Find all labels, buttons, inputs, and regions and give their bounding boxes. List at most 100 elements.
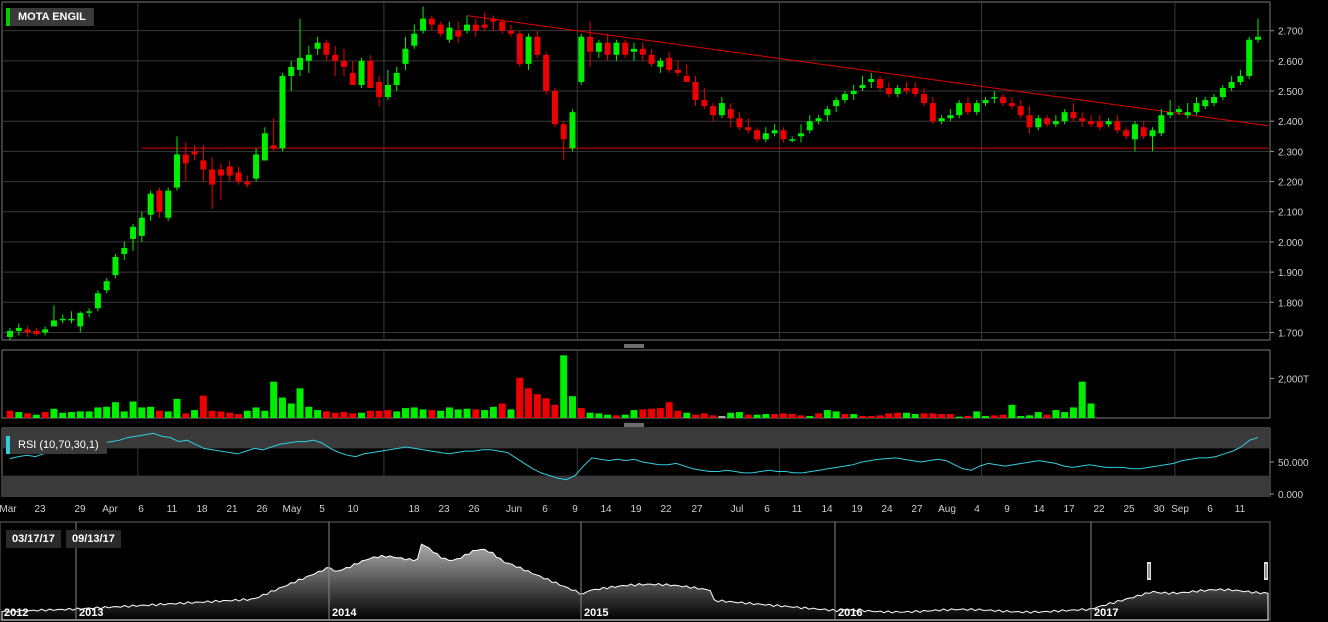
volume-bar: [428, 410, 436, 418]
candle-body: [428, 18, 435, 25]
volume-bar: [419, 409, 427, 418]
range-start-date[interactable]: 03/17/17: [6, 530, 61, 548]
candle: [165, 187, 172, 221]
candle: [613, 39, 620, 61]
candle-body: [182, 154, 189, 164]
candle: [59, 314, 66, 324]
date-axis-label: 25: [1123, 504, 1135, 515]
volume-bar: [823, 410, 831, 418]
volume-bar: [1017, 416, 1025, 418]
candle: [332, 45, 339, 76]
candle: [754, 127, 761, 143]
candle-body: [112, 257, 119, 276]
date-axis-label: Mar: [0, 504, 17, 515]
date-axis-label: Aug: [938, 504, 956, 515]
candle-body: [33, 330, 40, 334]
candle-body: [666, 57, 673, 70]
candle-body: [991, 97, 998, 99]
candle-body: [1035, 118, 1042, 128]
candle-body: [762, 133, 769, 140]
date-axis-label: 11: [167, 504, 178, 515]
candle-body: [692, 81, 699, 101]
date-axis-label: 5: [319, 504, 325, 515]
range-end-date[interactable]: 09/13/17: [66, 530, 121, 548]
rsi-axis-label: 0.000: [1278, 490, 1303, 501]
panel-splitter-handle[interactable]: [624, 423, 644, 427]
candle: [1140, 121, 1147, 140]
volume-bar: [437, 410, 445, 418]
range-handle[interactable]: [1147, 562, 1151, 580]
volume-bar: [32, 414, 40, 418]
volume-bar: [314, 410, 322, 418]
candle: [173, 136, 180, 191]
candle-body: [1131, 124, 1138, 140]
date-axis-label: 19: [851, 504, 863, 515]
volume-bar: [744, 414, 752, 418]
overview-year-label: 2014: [332, 607, 357, 619]
candle-body: [1175, 109, 1182, 113]
volume-bar: [771, 414, 779, 418]
chart-canvas[interactable]: 2.700 2.600 2.500 2.400 2.300 2.200 2.100 2.000…: [0, 0, 1328, 622]
candle-body: [1237, 75, 1244, 82]
date-axis-label: 18: [196, 504, 208, 515]
date-axis-label: 11: [1235, 504, 1246, 515]
candle-body: [701, 100, 708, 107]
candle-body: [736, 118, 743, 128]
trend-line: [466, 15, 1269, 127]
candle-body: [639, 48, 646, 55]
candle: [683, 63, 690, 82]
candle: [1017, 100, 1024, 119]
date-axis-label: Apr: [102, 504, 118, 515]
volume-bar: [902, 412, 910, 418]
candle: [894, 84, 901, 98]
volume-bar: [955, 416, 963, 418]
rsi-color-marker: [6, 436, 10, 454]
candle-body: [727, 109, 734, 119]
volume-bar: [797, 415, 805, 418]
date-axis-label: 21: [226, 504, 238, 515]
candle-body: [270, 145, 277, 149]
volume-bar: [753, 414, 761, 418]
candle-body: [947, 115, 954, 119]
candle: [7, 327, 13, 340]
date-axis-label: 23: [438, 504, 450, 515]
volume-bar: [841, 414, 849, 418]
date-axis-label: 6: [1207, 504, 1213, 515]
overview-year-label: 2017: [1094, 607, 1118, 619]
candle: [112, 253, 119, 279]
candle-body: [771, 130, 778, 134]
volume-bar: [164, 411, 172, 418]
candle: [1079, 112, 1086, 128]
candle-body: [604, 42, 611, 55]
candle-body: [86, 311, 93, 313]
volume-bar: [199, 395, 207, 418]
candle: [780, 127, 787, 143]
date-axis-label: 29: [74, 504, 86, 515]
range-handle[interactable]: [1264, 562, 1268, 580]
volume-bar: [1087, 403, 1095, 418]
volume-bar: [305, 406, 313, 418]
candle-body: [367, 60, 374, 89]
candle-body: [261, 133, 268, 161]
panel-splitter-handle[interactable]: [624, 344, 644, 348]
volume-bar: [692, 414, 700, 418]
candle: [771, 124, 778, 137]
volume-bar: [938, 414, 946, 418]
volume-bar: [217, 411, 225, 418]
candle: [789, 136, 796, 143]
candle-body: [1061, 112, 1068, 122]
candle: [349, 60, 356, 85]
candle-body: [516, 33, 523, 64]
candle-body: [1096, 121, 1103, 128]
date-axis-label: 23: [34, 504, 46, 515]
volume-bar: [735, 412, 743, 418]
candle: [103, 278, 110, 294]
price-panel-frame: [1, 1, 1271, 341]
date-axis-label: May: [283, 504, 302, 515]
volume-bar: [929, 413, 937, 418]
candle: [534, 30, 541, 58]
candle: [710, 103, 717, 122]
candle: [824, 106, 831, 122]
candle: [42, 326, 49, 336]
candle: [490, 15, 497, 31]
